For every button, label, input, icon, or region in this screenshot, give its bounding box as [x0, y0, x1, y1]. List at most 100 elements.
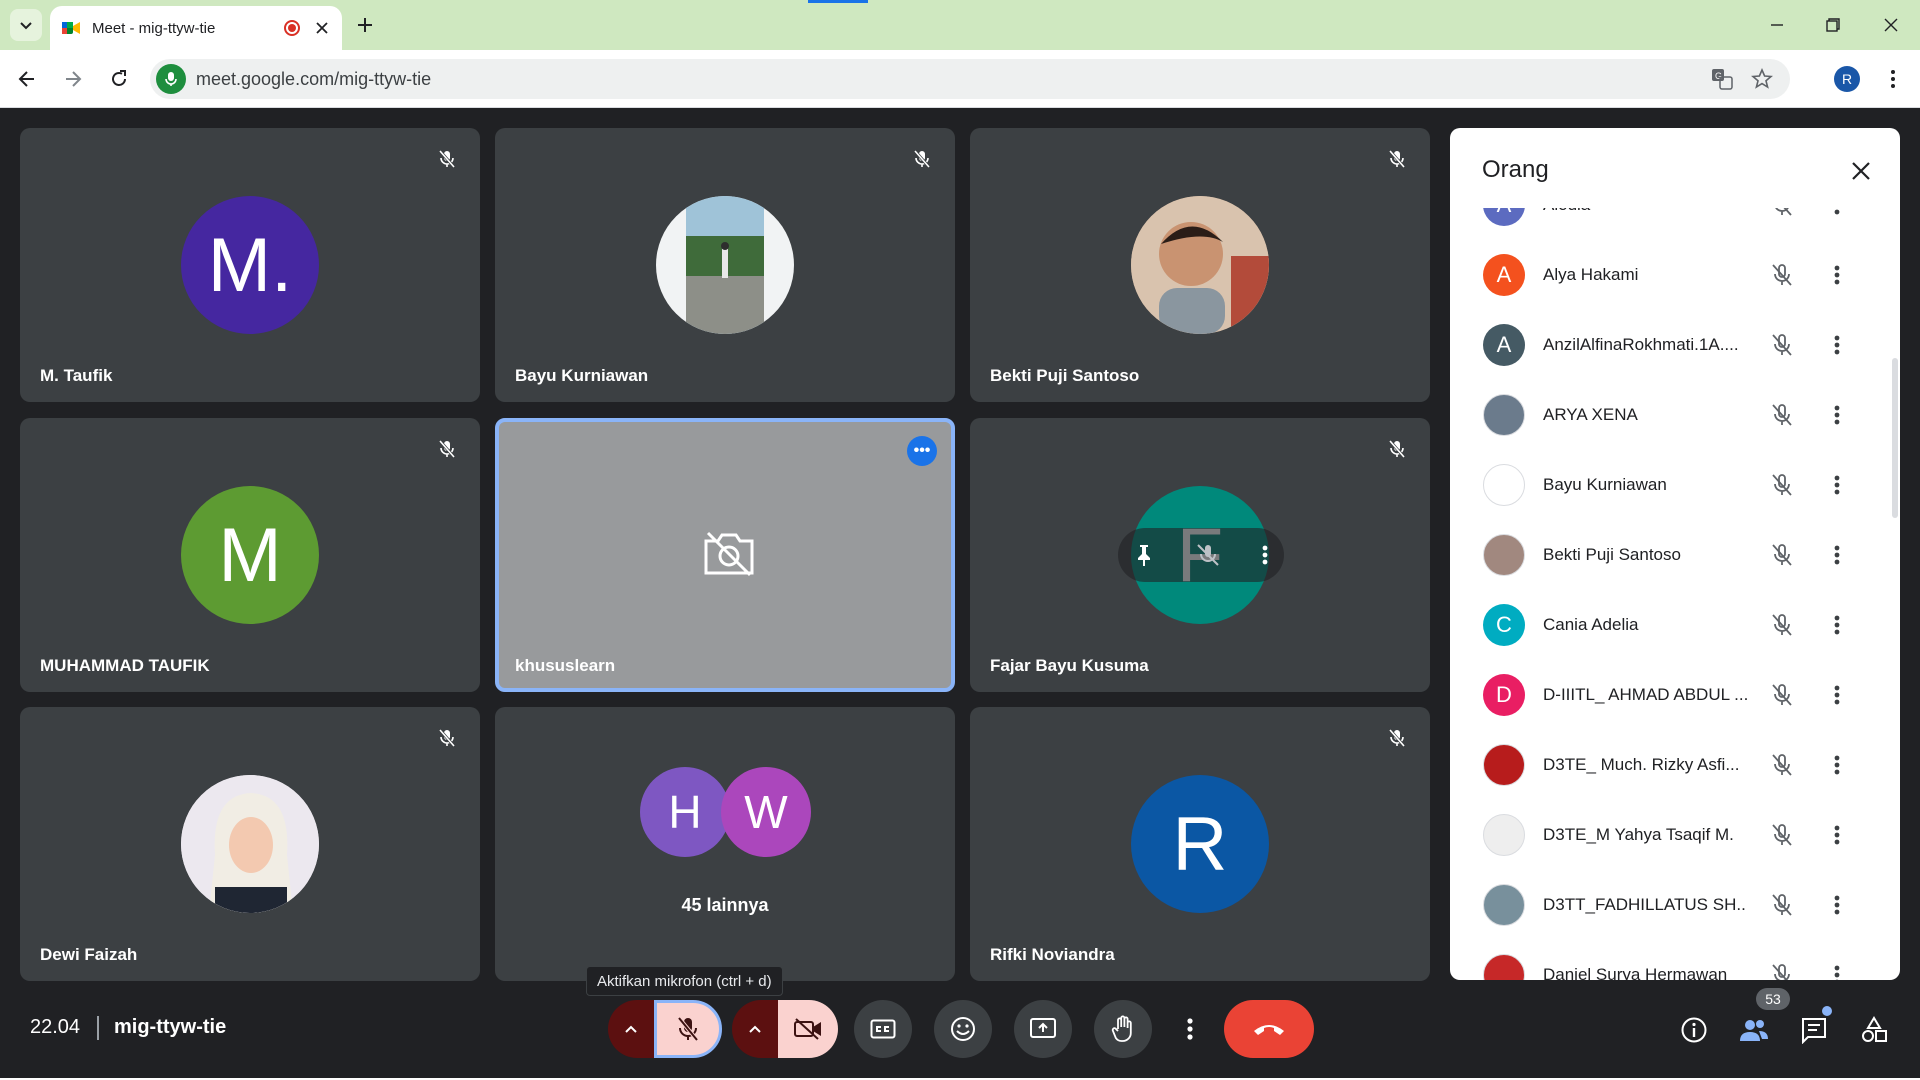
participant-tile[interactable]: R Rifki Noviandra: [970, 707, 1430, 981]
participant-row[interactable]: Bayu Kurniawan: [1465, 450, 1869, 520]
avatar: W: [721, 767, 811, 857]
mic-toggle-button[interactable]: [654, 1000, 722, 1058]
participant-row[interactable]: D D-IIITL_ AHMAD ABDUL ...: [1465, 660, 1869, 730]
mic-off-icon: [1384, 436, 1410, 462]
mic-off-icon[interactable]: [1767, 260, 1797, 290]
participant-row[interactable]: A Alodia: [1465, 208, 1869, 240]
more-vert-icon[interactable]: [1825, 208, 1849, 220]
site-mic-icon[interactable]: [156, 64, 186, 94]
more-vert-icon[interactable]: [1825, 260, 1849, 290]
more-vert-icon[interactable]: [1825, 890, 1849, 920]
people-button[interactable]: [1736, 1012, 1772, 1048]
reactions-button[interactable]: [934, 1000, 992, 1058]
participant-row-name: Daniel Surya Hermawan: [1543, 965, 1728, 980]
participant-row[interactable]: A AnzilAlfinaRokhmati.1A....: [1465, 310, 1869, 380]
mic-off-icon[interactable]: [1767, 540, 1797, 570]
participant-tile[interactable]: Bayu Kurniawan: [495, 128, 955, 402]
video-options-button[interactable]: [732, 1000, 778, 1058]
more-options-button[interactable]: [1164, 1000, 1216, 1058]
browser-menu-button[interactable]: [1880, 66, 1906, 92]
more-vert-icon[interactable]: [1825, 680, 1849, 710]
participant-row[interactable]: C Cania Adelia: [1465, 590, 1869, 660]
profile-avatar[interactable]: R: [1834, 66, 1860, 92]
audio-options-button[interactable]: [608, 1000, 654, 1058]
participant-tile[interactable]: Dewi Faizah: [20, 707, 480, 981]
participant-row[interactable]: ARYA XENA: [1465, 380, 1869, 450]
avatar: [1483, 814, 1525, 856]
pin-icon[interactable]: [1134, 543, 1154, 567]
participant-tile[interactable]: F Fajar Bayu Kusuma: [970, 418, 1430, 692]
avatar: M: [181, 486, 319, 624]
self-tile[interactable]: ••• khususlearn: [495, 418, 955, 692]
tile-options-button[interactable]: •••: [907, 436, 937, 466]
chat-button[interactable]: [1796, 1012, 1832, 1048]
close-panel-button[interactable]: [1844, 154, 1878, 188]
close-icon: [1852, 162, 1870, 180]
mic-off-icon[interactable]: [1767, 680, 1797, 710]
more-vert-icon[interactable]: [1825, 820, 1849, 850]
mic-off-icon[interactable]: [1767, 960, 1797, 980]
participant-row-name: Bayu Kurniawan: [1543, 475, 1667, 494]
mic-off-icon[interactable]: [1767, 750, 1797, 780]
participant-row[interactable]: Daniel Surya Hermawan: [1465, 940, 1869, 980]
more-vert-icon[interactable]: [1825, 960, 1849, 980]
chevron-up-icon: [625, 1025, 637, 1033]
tab-search-button[interactable]: [10, 9, 42, 41]
meeting-code: mig-ttyw-tie: [114, 1016, 227, 1038]
present-screen-button[interactable]: [1014, 1000, 1072, 1058]
camera-toggle-button[interactable]: [778, 1000, 838, 1058]
more-vert-icon[interactable]: [1262, 544, 1268, 566]
participant-name: Bekti Puji Santoso: [990, 366, 1140, 385]
activities-button[interactable]: [1856, 1012, 1892, 1048]
raise-hand-button[interactable]: [1094, 1000, 1152, 1058]
mute-participant-icon[interactable]: [1195, 542, 1221, 568]
mic-off-icon[interactable]: [1767, 820, 1797, 850]
address-bar[interactable]: meet.google.com/mig-ttyw-tie G: [150, 59, 1790, 99]
participant-row[interactable]: D3TT_FADHILLATUS SH...: [1465, 870, 1869, 940]
more-vert-icon[interactable]: [1825, 750, 1849, 780]
restore-button[interactable]: [1820, 12, 1846, 38]
meeting-details-button[interactable]: [1676, 1012, 1712, 1048]
translate-icon[interactable]: G: [1710, 67, 1734, 91]
avatar: M.: [181, 196, 319, 334]
leave-call-button[interactable]: [1224, 1000, 1314, 1058]
mic-off-icon[interactable]: [1767, 330, 1797, 360]
minimize-button[interactable]: [1764, 12, 1790, 38]
tile-hover-controls: [1118, 528, 1284, 582]
others-tile[interactable]: H W 45 lainnya: [495, 707, 955, 981]
more-vert-icon[interactable]: [1825, 610, 1849, 640]
participant-row[interactable]: Bekti Puji Santoso: [1465, 520, 1869, 590]
more-vert-icon[interactable]: [1825, 470, 1849, 500]
more-vert-icon[interactable]: [1825, 540, 1849, 570]
participant-tile[interactable]: M. M. Taufik: [20, 128, 480, 402]
avatar: A: [1483, 324, 1525, 366]
back-button[interactable]: [12, 64, 42, 94]
more-vert-icon[interactable]: [1825, 400, 1849, 430]
close-window-button[interactable]: [1878, 12, 1904, 38]
info-icon: [1681, 1017, 1707, 1043]
avatar: [181, 775, 319, 913]
mic-off-icon[interactable]: [1767, 208, 1797, 220]
bookmark-star-icon[interactable]: [1750, 67, 1774, 91]
participant-tile[interactable]: Bekti Puji Santoso: [970, 128, 1430, 402]
participant-row[interactable]: A Alya Hakami: [1465, 240, 1869, 310]
panel-scrollbar[interactable]: [1892, 358, 1898, 518]
avatar: R: [1131, 775, 1269, 913]
mic-off-icon[interactable]: [1767, 890, 1797, 920]
forward-button[interactable]: [58, 64, 88, 94]
participant-row[interactable]: D3TE_ Much. Rizky Asfi...: [1465, 730, 1869, 800]
url-text[interactable]: meet.google.com/mig-ttyw-tie: [196, 69, 1710, 90]
more-vert-icon[interactable]: [1825, 330, 1849, 360]
reload-button[interactable]: [104, 64, 134, 94]
captions-button[interactable]: [854, 1000, 912, 1058]
others-count-label: 45 lainnya: [681, 895, 769, 915]
tab-close-icon[interactable]: [314, 20, 330, 36]
mic-off-icon[interactable]: [1767, 470, 1797, 500]
mic-off-icon[interactable]: [1767, 610, 1797, 640]
browser-tab-strip: Meet - mig-ttyw-tie: [0, 0, 1920, 50]
mic-off-icon[interactable]: [1767, 400, 1797, 430]
participant-row[interactable]: D3TE_M Yahya Tsaqif M.: [1465, 800, 1869, 870]
participant-tile[interactable]: M MUHAMMAD TAUFIK: [20, 418, 480, 692]
active-tab[interactable]: Meet - mig-ttyw-tie: [50, 6, 342, 50]
new-tab-button[interactable]: [352, 12, 378, 38]
